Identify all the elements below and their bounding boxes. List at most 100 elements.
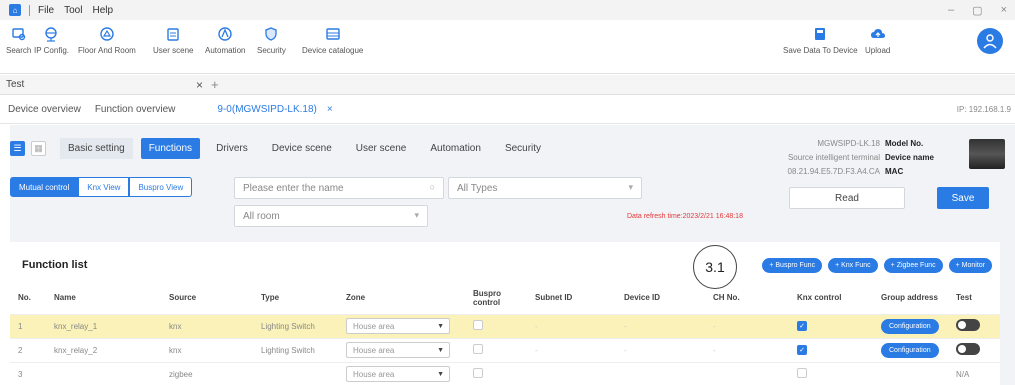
row-zone-cell: House area ▼	[338, 314, 465, 339]
row-group-cell: Configuration	[873, 314, 948, 339]
close-icon[interactable]: ×	[1001, 4, 1007, 16]
configuration-button[interactable]: Configuration	[881, 318, 939, 334]
floor-room-button[interactable]: Floor And Room	[78, 25, 136, 55]
subtab-functions[interactable]: Functions	[140, 137, 201, 159]
subtab-security[interactable]: Security	[497, 138, 549, 159]
minimize-icon[interactable]: –	[948, 4, 954, 16]
table-row[interactable]: 3 zigbee House area ▼ N/A	[10, 362, 1000, 385]
add-zigbee-func-button[interactable]: + Zigbee Func	[883, 258, 943, 273]
window-controls: – ▢ ×	[948, 0, 1007, 20]
room-select[interactable]: All room ▾	[234, 205, 428, 227]
automation-button[interactable]: Automation	[205, 25, 245, 55]
chevron-down-icon: ▼	[437, 370, 444, 378]
subtab-device-scene[interactable]: Device scene	[264, 138, 340, 159]
test-toggle[interactable]	[956, 343, 980, 355]
tab-function-overview[interactable]: Function overview	[95, 104, 176, 115]
configuration-button[interactable]: Configuration	[881, 342, 939, 358]
chevron-down-icon: ▼	[437, 346, 444, 354]
function-list-panel: Function list 3.1 + Buspro Func + Knx Fu…	[10, 242, 1000, 385]
zone-select[interactable]: House area ▼	[346, 366, 450, 382]
row-type	[253, 362, 338, 385]
subtab-user-scene[interactable]: User scene	[348, 138, 415, 159]
row-source: zigbee	[161, 362, 253, 385]
buspro-checkbox[interactable]	[473, 320, 483, 330]
row-device	[616, 362, 705, 385]
col-knx-control: Knx control	[789, 282, 873, 315]
subtab-drivers[interactable]: Drivers	[208, 138, 256, 159]
function-list-title: Function list	[22, 259, 88, 271]
row-device: -	[616, 338, 705, 363]
search-label: Search	[6, 46, 32, 55]
device-catalogue-button[interactable]: Device catalogue	[302, 25, 363, 55]
user-scene-button[interactable]: User scene	[153, 25, 193, 55]
project-add-icon[interactable]: +	[211, 77, 219, 92]
row-buspro-cell	[465, 362, 527, 385]
add-knx-func-button[interactable]: + Knx Func	[828, 258, 878, 273]
add-monitor-button[interactable]: + Monitor	[948, 258, 992, 273]
tab-device-active[interactable]: 9-0(MGWSIPD-LK.18)	[217, 104, 316, 115]
type-select[interactable]: All Types ▾	[448, 177, 642, 199]
row-subnet: -	[527, 314, 616, 339]
project-name[interactable]: Test	[6, 79, 196, 90]
row-test-cell: N/A	[948, 362, 1000, 385]
ip-address: IP: 192.168.1.9	[956, 105, 1011, 114]
shield-icon	[262, 25, 280, 43]
maximize-icon[interactable]: ▢	[972, 4, 982, 17]
automation-label: Automation	[205, 46, 246, 55]
save-to-device-button[interactable]: Save Data To Device	[783, 25, 858, 55]
device-content: ☰ ▦ Basic setting Functions Drivers Devi…	[10, 125, 1015, 385]
project-close-icon[interactable]: ×	[196, 78, 203, 92]
security-button[interactable]: Security	[257, 25, 286, 55]
save-button[interactable]: Save	[937, 187, 989, 209]
function-actions: + Buspro Func + Knx Func + Zigbee Func +…	[762, 258, 992, 273]
grid-view-icon[interactable]: ▦	[31, 140, 46, 156]
knx-checkbox[interactable]: ✓	[797, 345, 807, 355]
save-device-icon	[811, 25, 829, 43]
search-button[interactable]: Search	[6, 25, 31, 55]
zone-select[interactable]: House area ▼	[346, 318, 450, 334]
name-search-input[interactable]: Please enter the name ○	[234, 177, 444, 199]
buspro-checkbox[interactable]	[473, 344, 483, 354]
model-label: Model No.	[885, 139, 924, 148]
col-ch-no: CH No.	[705, 282, 789, 315]
row-source: knx	[161, 338, 253, 363]
row-ch: -	[705, 338, 789, 363]
subtab-automation[interactable]: Automation	[422, 138, 489, 159]
type-select-value: All Types	[457, 182, 498, 194]
row-knx-cell: ✓	[789, 314, 873, 339]
chevron-down-icon: ▼	[437, 322, 444, 330]
test-toggle[interactable]	[956, 319, 980, 331]
view-mutual-control[interactable]: Mutual control	[10, 177, 79, 197]
add-buspro-func-button[interactable]: + Buspro Func	[762, 258, 823, 273]
device-name-label: Device name	[885, 153, 934, 162]
subtab-basic-setting[interactable]: Basic setting	[60, 137, 133, 159]
zone-select[interactable]: House area ▼	[346, 342, 450, 358]
list-view-icon[interactable]: ☰	[10, 140, 25, 156]
menu-help[interactable]: Help	[92, 5, 113, 16]
ip-config-button[interactable]: IP Config.	[34, 25, 69, 55]
chevron-down-icon: ▾	[628, 182, 633, 192]
read-button[interactable]: Read	[789, 187, 905, 209]
view-knx[interactable]: Knx View	[78, 177, 130, 197]
automation-icon	[216, 25, 234, 43]
menu-tool[interactable]: Tool	[64, 5, 82, 16]
table-row[interactable]: 2 knx_relay_2 knx Lighting Switch House …	[10, 338, 1000, 363]
tab-close-icon[interactable]: ×	[327, 104, 333, 115]
buspro-checkbox[interactable]	[473, 368, 483, 378]
knx-checkbox[interactable]: ✓	[797, 321, 807, 331]
row-source: knx	[161, 314, 253, 339]
app-logo-icon: ⌂	[9, 4, 21, 16]
refresh-time: Data refresh time:2023/2/21 16:48:18	[627, 213, 743, 220]
menu-file[interactable]: File	[38, 5, 54, 16]
table-row[interactable]: 1 knx_relay_1 knx Lighting Switch House …	[10, 314, 1000, 339]
upload-button[interactable]: Upload	[865, 25, 890, 55]
col-buspro-control: Buspro control	[465, 282, 527, 315]
tab-device-overview[interactable]: Device overview	[8, 104, 81, 115]
upload-label: Upload	[865, 46, 891, 55]
zone-select-value: House area	[353, 321, 395, 331]
user-avatar-icon[interactable]	[977, 28, 1003, 54]
title-separator	[29, 4, 30, 16]
title-bar: ⌂ File Tool Help – ▢ ×	[0, 0, 1015, 20]
knx-checkbox[interactable]	[797, 368, 807, 378]
view-buspro[interactable]: Buspro View	[129, 177, 193, 197]
